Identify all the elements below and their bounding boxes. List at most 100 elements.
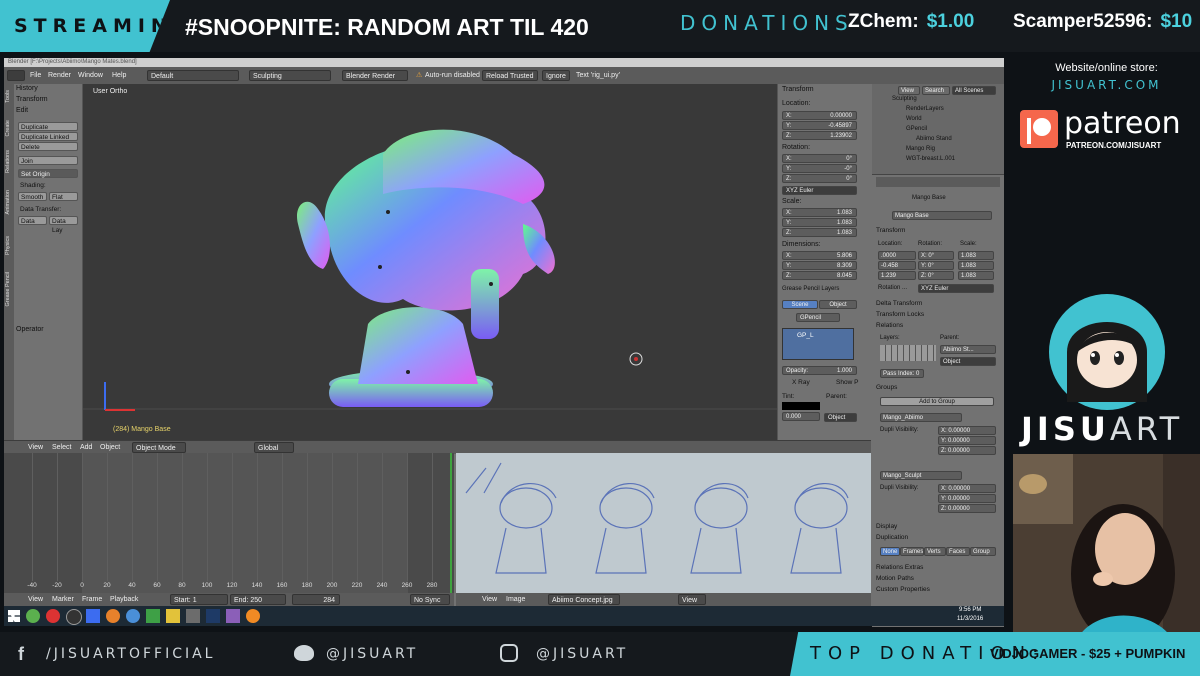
gp-opacity-field[interactable]: Opacity: 1.000 <box>782 366 857 375</box>
store-url[interactable]: JISUART.COM <box>1013 78 1200 92</box>
data-layout-button[interactable]: Data Lay <box>49 216 78 234</box>
n-rot-z[interactable]: Z: 0° <box>782 174 857 183</box>
image-datablock-field[interactable]: Abiimo Concept.jpg <box>548 594 620 605</box>
outliner-item[interactable]: Mango Rig <box>906 146 935 152</box>
duplicate-button[interactable]: Duplicate <box>18 122 78 131</box>
app-icon[interactable] <box>226 609 240 623</box>
delta-transform-header[interactable]: Delta Transform <box>876 300 922 307</box>
add-to-group-button[interactable]: Add to Group <box>880 397 994 406</box>
display-header[interactable]: Display <box>876 523 897 530</box>
dup-frames-tab[interactable]: Frames <box>900 547 924 556</box>
ignore-button[interactable]: Ignore <box>542 70 570 81</box>
n-dim-z[interactable]: Z: 8.045 <box>782 271 857 280</box>
dup-verts-tab[interactable]: Verts <box>924 547 946 556</box>
orientation-select[interactable]: Global <box>254 442 294 453</box>
rotation-mode-select[interactable]: XYZ Euler <box>918 284 994 293</box>
app-icon[interactable] <box>206 609 220 623</box>
n-scale-x[interactable]: X: 1.083 <box>782 208 857 217</box>
mode-select[interactable]: Object Mode <box>132 442 186 453</box>
xray-checkbox-label[interactable]: X Ray <box>792 379 810 386</box>
reload-trusted-button[interactable]: Reload Trusted <box>482 70 538 81</box>
props-scale-x[interactable]: 1.083 <box>958 251 994 260</box>
props-loc-y[interactable]: -0.458 <box>878 261 916 270</box>
twitter-handle[interactable]: @JISUART <box>326 632 418 676</box>
screen-layout-select[interactable]: Default <box>147 70 239 81</box>
outliner-item[interactable]: Sculpting <box>892 96 917 102</box>
props-transform-header[interactable]: Transform <box>876 227 905 234</box>
tint-color-swatch[interactable] <box>782 402 820 410</box>
tab-create[interactable]: Create <box>5 120 11 137</box>
instagram-handle[interactable]: @JISUART <box>536 632 628 676</box>
blender-icon[interactable] <box>246 609 260 623</box>
relations-header[interactable]: Relations <box>876 322 903 329</box>
tint-factor-field[interactable]: 0.000 <box>782 412 820 421</box>
gp-layer-name[interactable]: GP_L <box>797 332 814 339</box>
n-dim-x[interactable]: X: 5.806 <box>782 251 857 260</box>
properties-context-tabs[interactable] <box>876 177 1000 187</box>
smooth-button[interactable]: Smooth <box>18 192 47 201</box>
outliner-item[interactable]: GPencil <box>906 126 927 132</box>
join-button[interactable]: Join <box>18 156 78 165</box>
image-editor[interactable] <box>456 453 871 593</box>
parent-type-select[interactable]: Object <box>940 357 996 366</box>
props-rot-y[interactable]: Y: 0° <box>918 261 954 270</box>
group-offset-x[interactable]: X: 0.00000 <box>938 426 996 435</box>
pass-index-field[interactable]: Pass Index: 0 <box>880 369 924 378</box>
app-icon[interactable] <box>106 609 120 623</box>
app-icon[interactable] <box>126 609 140 623</box>
outliner-display-select[interactable]: All Scenes <box>952 86 996 95</box>
group-name-field[interactable]: Mango_Sculpt <box>880 471 962 480</box>
transform-locks-header[interactable]: Transform Locks <box>876 311 924 318</box>
group-offset-y[interactable]: Y: 0.00000 <box>938 436 996 445</box>
n-loc-y[interactable]: Y: -0.45897 <box>782 121 857 130</box>
outliner-item[interactable]: Abiimo Stand <box>916 136 952 142</box>
tl-menu-view[interactable]: View <box>28 593 43 606</box>
group-offset-z[interactable]: Z: 0.00000 <box>938 504 996 513</box>
relations-extras-header[interactable]: Relations Extras <box>876 564 923 571</box>
outliner-item[interactable]: World <box>906 116 922 122</box>
groups-header[interactable]: Groups <box>876 384 897 391</box>
custom-properties-header[interactable]: Custom Properties <box>876 586 930 593</box>
props-rot-z[interactable]: Z: 0° <box>918 271 954 280</box>
tl-menu-marker[interactable]: Marker <box>52 593 74 606</box>
menu-window[interactable]: Window <box>78 67 103 84</box>
facebook-handle[interactable]: /JISUARTOFFICIAL <box>46 632 215 676</box>
menu-render[interactable]: Render <box>48 67 71 84</box>
group-offset-z[interactable]: Z: 0.00000 <box>938 446 996 455</box>
scene-select[interactable]: Sculpting <box>249 70 331 81</box>
editor-type-button[interactable] <box>7 70 25 81</box>
outliner-search-menu[interactable]: Search <box>922 86 950 95</box>
n-euler-select[interactable]: XYZ Euler <box>782 186 857 195</box>
app-icon[interactable] <box>26 609 40 623</box>
dup-none-tab[interactable]: None <box>880 547 900 556</box>
outliner-item[interactable]: WGT-breast.L.001 <box>906 156 955 162</box>
dup-group-tab[interactable]: Group <box>970 547 996 556</box>
n-transform-header[interactable]: Transform <box>782 86 814 93</box>
n-rot-x[interactable]: X: 0° <box>782 154 857 163</box>
n-rot-y[interactable]: Y: -0° <box>782 164 857 173</box>
outliner-view-menu[interactable]: View <box>898 86 920 95</box>
n-grease-pencil-header[interactable]: Grease Pencil Layers <box>782 286 839 292</box>
show-points-label[interactable]: Show P <box>836 379 858 386</box>
panel-edit[interactable]: Edit <box>16 107 28 114</box>
props-scale-z[interactable]: 1.083 <box>958 271 994 280</box>
outliner-item[interactable]: RenderLayers <box>906 106 944 112</box>
duplicate-linked-button[interactable]: Duplicate Linked <box>18 132 78 141</box>
duplication-header[interactable]: Duplication <box>876 534 908 541</box>
tab-animation[interactable]: Animation <box>5 190 11 214</box>
n-scale-z[interactable]: Z: 1.083 <box>782 228 857 237</box>
n-loc-z[interactable]: Z: 1.23902 <box>782 131 857 140</box>
app-icon[interactable] <box>46 609 60 623</box>
gp-datablock-field[interactable]: GPencil <box>796 313 840 322</box>
set-origin-select[interactable]: Set Origin <box>18 169 78 178</box>
img-menu-view[interactable]: View <box>482 593 497 606</box>
app-icon[interactable] <box>86 609 100 623</box>
tl-menu-frame[interactable]: Frame <box>82 593 102 606</box>
menu-help[interactable]: Help <box>112 67 126 84</box>
current-frame-field[interactable]: 284 <box>292 594 340 605</box>
gp-layer-list[interactable]: GP_L <box>782 328 854 360</box>
image-view-select[interactable]: View <box>678 594 706 605</box>
delete-button[interactable]: Delete <box>18 142 78 151</box>
n-scale-y[interactable]: Y: 1.083 <box>782 218 857 227</box>
group-name-field[interactable]: Mango_Abiimo <box>880 413 962 422</box>
